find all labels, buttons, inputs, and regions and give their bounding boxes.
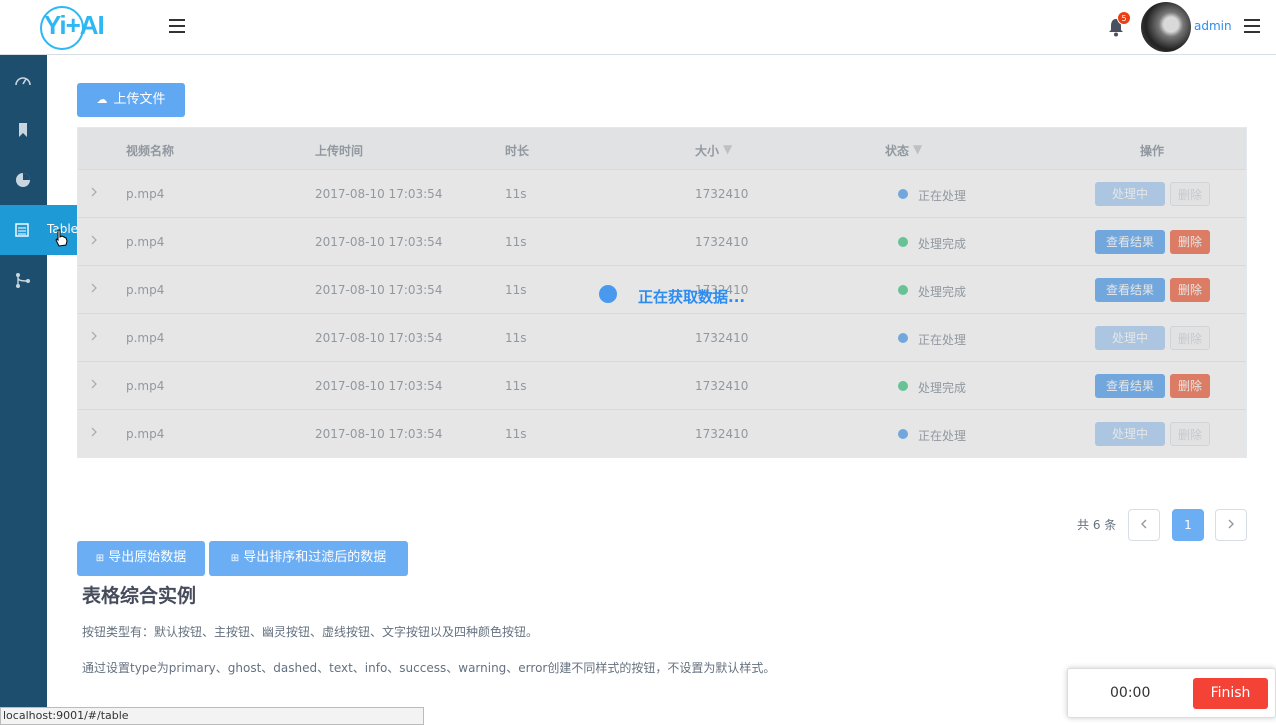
description-text: 按钮类型有：默认按钮、主按钮、幽灵按钮、虚线按钮、文字按钮以及四种颜色按钮。 [82, 625, 539, 639]
dashboard-icon[interactable] [14, 72, 32, 90]
video-table: 视频名称 上传时间 时长 大小 ▼ 状态 ▼ 操作 p.mp4 2017-08-1… [77, 127, 1247, 458]
flow-icon[interactable] [14, 271, 32, 289]
pagination-total: 共 6 条 [1077, 518, 1117, 532]
export-icon: ⊞ [95, 553, 105, 564]
avatar[interactable] [1141, 2, 1191, 52]
logo[interactable]: Yi+AI [44, 10, 105, 41]
top-header: Yi+AI 5 admin [0, 0, 1276, 55]
loading-mask: 正在获取数据... [78, 128, 1246, 457]
pie-chart-icon[interactable] [14, 171, 32, 189]
notification-badge: 5 [1117, 11, 1131, 25]
spinner-icon [599, 285, 617, 303]
chevron-left-icon [1141, 519, 1147, 529]
page-number-button[interactable]: 1 [1172, 509, 1204, 541]
sidebar [0, 55, 47, 725]
prev-page-button[interactable] [1128, 509, 1160, 541]
loading-text: 正在获取数据... [638, 288, 746, 306]
finish-button[interactable]: Finish [1193, 678, 1268, 709]
description-text: 通过设置type为primary、ghost、dashed、text、info、… [82, 661, 776, 675]
bookmark-icon[interactable] [14, 121, 32, 139]
recorder-panel: 00:00 Finish [1067, 668, 1276, 718]
next-page-button[interactable] [1215, 509, 1247, 541]
recording-timer: 00:00 [1110, 685, 1151, 701]
chevron-right-icon [1228, 519, 1234, 529]
username-link[interactable]: admin [1194, 19, 1232, 33]
browser-status-url: localhost:9001/#/table [0, 707, 424, 725]
cloud-upload-icon: ☁ [96, 93, 108, 106]
hand-cursor-icon [55, 229, 68, 247]
table-icon [15, 223, 29, 237]
menu-toggle-icon[interactable] [169, 19, 185, 33]
export-filtered-button[interactable]: ⊞ 导出排序和过滤后的数据 [209, 541, 408, 576]
user-menu-icon[interactable] [1244, 19, 1260, 33]
export-icon: ⊞ [230, 553, 240, 564]
export-raw-button[interactable]: ⊞ 导出原始数据 [77, 541, 205, 576]
upload-button[interactable]: ☁ 上传文件 [77, 83, 185, 117]
section-title: 表格综合实例 [82, 585, 197, 607]
